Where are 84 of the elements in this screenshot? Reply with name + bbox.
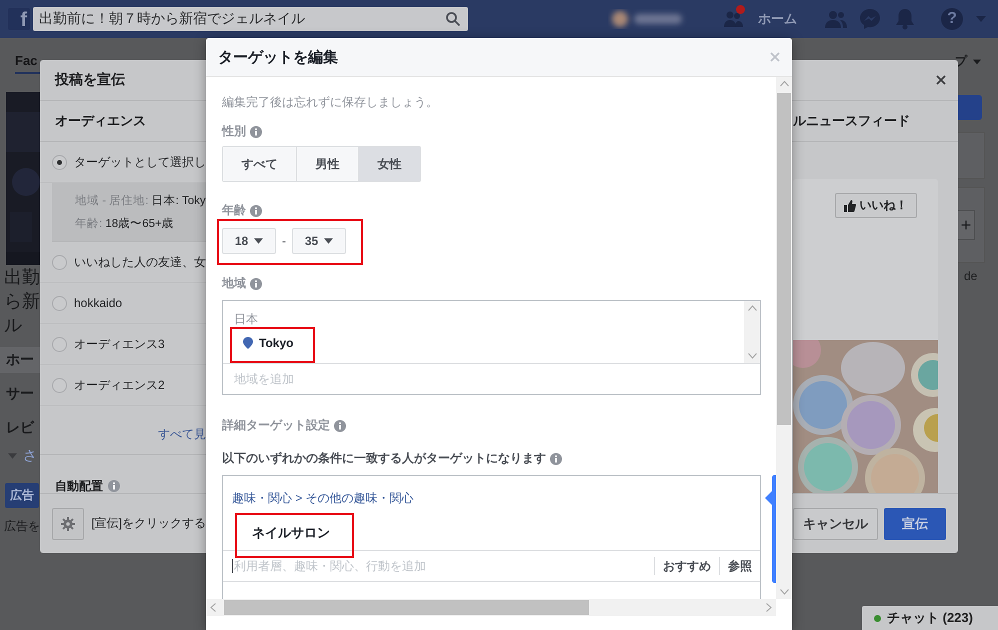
vertical-scrollbar[interactable]: [776, 77, 792, 599]
scroll-thumb[interactable]: [224, 600, 589, 615]
settings-icon: [61, 516, 76, 530]
radio-button[interactable]: [52, 378, 67, 392]
browse-button[interactable]: 参照: [719, 557, 760, 575]
field-label: 地域: [222, 275, 246, 292]
audience-label: ターゲットとして選択し: [74, 154, 206, 170]
detail-text: 地域 - 居住地: 日本: Toky: [75, 194, 206, 208]
action-button[interactable]: [958, 95, 982, 120]
scroll-down-icon[interactable]: [780, 589, 788, 595]
field-label: 性別: [222, 123, 246, 140]
footer-note: [宣伝]をクリックする: [91, 515, 206, 532]
detail-text: 年齢: 18歳〜65+歳: [75, 216, 175, 231]
promote-button[interactable]: 宣伝: [884, 508, 946, 540]
cancel-button[interactable]: キャンセル: [793, 508, 878, 540]
radio-button[interactable]: [52, 254, 67, 270]
scroll-down-icon[interactable]: [748, 353, 756, 359]
interest-input[interactable]: 利用者層、趣味・関心、行動を追加: [232, 559, 654, 573]
dialog-title: 投稿を宣伝: [54, 70, 126, 89]
suggestions-button[interactable]: おすすめ: [654, 557, 719, 575]
page-title: ら新: [4, 290, 40, 313]
caret-icon: [975, 16, 987, 22]
age-dropdown[interactable]: 35: [292, 228, 346, 254]
radio-button[interactable]: [52, 336, 67, 352]
scroll-right-icon[interactable]: [766, 603, 772, 612]
chat-bar[interactable]: チャット (223): [862, 606, 998, 630]
pin-icon: [243, 337, 253, 349]
thumbs-up-icon: [844, 200, 856, 212]
caret-icon: [8, 453, 17, 459]
caret-icon: [973, 58, 981, 64]
logo[interactable]: f: [8, 8, 30, 30]
info-icon: [108, 480, 120, 492]
audience-label: オーディエンス2: [74, 376, 165, 394]
radio-button[interactable]: [52, 154, 67, 170]
messenger-icon[interactable]: [859, 8, 881, 30]
placement-label: 自動配置: [55, 478, 103, 494]
home-link[interactable]: ホーム: [758, 10, 797, 28]
bell-icon[interactable]: [895, 8, 915, 30]
page-title: ル: [4, 314, 22, 337]
age-dropdown[interactable]: 18: [222, 228, 276, 254]
scroll-thumb[interactable]: [777, 93, 791, 425]
gender-option[interactable]: すべて: [223, 147, 296, 181]
field-label: 以下のいずれかの条件に一致する人がターゲットになります: [222, 450, 546, 467]
audience-label: hokkaido: [74, 296, 122, 310]
help-button[interactable]: ?: [941, 8, 963, 30]
search-field[interactable]: 出勤前に！朝７時から新宿でジェルネイル: [33, 7, 468, 31]
search-icon[interactable]: [446, 12, 460, 26]
scroll-left-icon[interactable]: [210, 603, 216, 612]
country-label: 日本: [234, 311, 258, 328]
friends-icon[interactable]: [825, 10, 847, 28]
info-icon: [250, 278, 262, 290]
audience-label: いいねした人の友達、女: [74, 254, 206, 270]
info-icon: [250, 126, 262, 138]
category-link[interactable]: 趣味・関心 > その他の趣味・関心: [232, 490, 414, 507]
ad-note: 広告を: [4, 518, 40, 535]
field-label: 年齢: [222, 202, 246, 219]
gender-option[interactable]: 男性: [296, 147, 358, 181]
scroll-up-icon[interactable]: [748, 305, 756, 311]
chat-label: チャット (223): [887, 609, 973, 627]
hint-text: 編集完了後は忘れずに保存しましょう。: [222, 94, 438, 111]
info-icon: [250, 204, 262, 216]
separator: -: [281, 234, 287, 248]
card-background: [958, 132, 985, 179]
caret-icon: [324, 238, 334, 244]
radio-button[interactable]: [52, 296, 67, 310]
gender-option[interactable]: 女性: [358, 147, 420, 181]
interest-name: ネイルサロン: [252, 525, 330, 540]
caret-icon: [254, 238, 264, 244]
ad-button[interactable]: 広告: [5, 483, 39, 508]
online-dot: [874, 614, 881, 622]
see-all-link[interactable]: すべて見: [158, 426, 206, 443]
field-label: 詳細ターゲット設定: [222, 417, 330, 434]
side-note: de: [964, 269, 978, 283]
info-icon: [550, 452, 562, 464]
close-icon[interactable]: [936, 75, 946, 85]
info-icon: [334, 420, 346, 432]
location-input[interactable]: 地域を追加: [234, 372, 534, 386]
dialog-title: ターゲットを編集: [218, 48, 338, 66]
settings-button[interactable]: [52, 508, 84, 540]
page-title: 出勤: [4, 266, 40, 289]
location-name: Tokyo: [259, 336, 294, 350]
audience-label: オーディエンス3: [74, 336, 165, 352]
like-button[interactable]: いいね！: [834, 193, 916, 218]
horizontal-scrollbar[interactable]: [206, 599, 776, 616]
